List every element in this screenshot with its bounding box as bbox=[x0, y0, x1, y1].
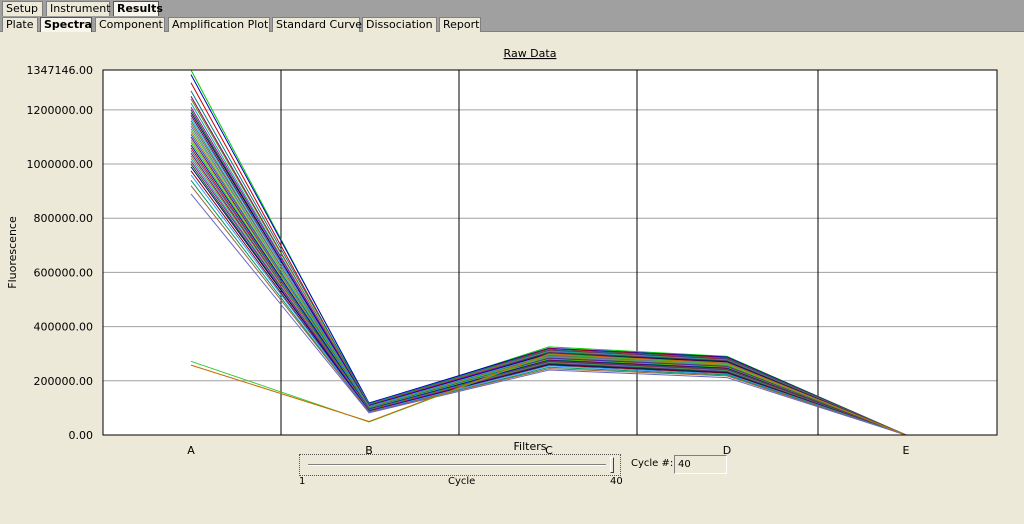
cycle-slider[interactable] bbox=[299, 454, 621, 476]
tab-instrument[interactable]: Instrument bbox=[46, 1, 111, 16]
y-tick-label: 400000.00 bbox=[34, 321, 94, 334]
main-tab-bar: Setup Instrument Results bbox=[0, 0, 1024, 16]
slider-min-label: 1 bbox=[299, 476, 306, 487]
tab-standard-curve[interactable]: Standard Curve bbox=[272, 17, 362, 32]
sub-tab-bar: Plate Spectra Component Amplification Pl… bbox=[0, 16, 1024, 32]
y-tick-label: 800000.00 bbox=[34, 212, 94, 225]
slider-caption: Cycle bbox=[448, 476, 476, 487]
tab-report[interactable]: Report bbox=[439, 17, 481, 32]
y-tick-label: 200000.00 bbox=[34, 375, 94, 388]
y-tick-label: 1200000.00 bbox=[27, 104, 93, 117]
filters-label: Filters bbox=[513, 440, 547, 453]
y-tick-label: 1000000.00 bbox=[27, 158, 93, 171]
tab-setup[interactable]: Setup bbox=[2, 1, 43, 16]
tab-dissociation[interactable]: Dissociation bbox=[362, 17, 437, 32]
tab-spectra[interactable]: Spectra bbox=[40, 17, 92, 32]
slider-thumb[interactable] bbox=[610, 457, 614, 473]
chart-title: Raw Data bbox=[504, 47, 557, 60]
tab-component[interactable]: Component bbox=[95, 17, 165, 32]
cycle-number-field[interactable] bbox=[674, 455, 727, 474]
y-tick-label: 1347146.00 bbox=[27, 64, 93, 77]
slider-max-label: 40 bbox=[610, 476, 623, 487]
y-tick-label: 600000.00 bbox=[34, 266, 94, 279]
tab-plate[interactable]: Plate bbox=[2, 17, 38, 32]
cycle-number-label: Cycle #: bbox=[631, 458, 674, 469]
plot-background bbox=[102, 69, 998, 436]
slider-track bbox=[308, 464, 606, 466]
tab-results[interactable]: Results bbox=[113, 1, 163, 16]
tab-amplification-plot[interactable]: Amplification Plot bbox=[168, 17, 270, 32]
raw-data-chart: 0.00200000.00400000.00600000.00800000.00… bbox=[6, 47, 998, 457]
y-axis-label: Fluorescence bbox=[6, 216, 19, 289]
